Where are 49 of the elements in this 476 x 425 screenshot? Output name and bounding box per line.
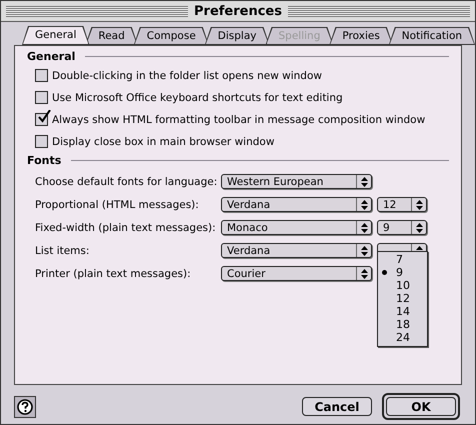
menu-item[interactable]: 14 [378,305,427,318]
title-bar-stripes[interactable] [288,6,470,16]
window-title: Preferences [194,4,282,18]
field-label: Choose default fonts for language: [35,176,218,188]
checkbox[interactable] [35,69,48,82]
checkbox-label: Always show HTML formatting toolbar in message composition window [52,114,426,126]
font-popup[interactable]: Monaco [221,220,372,235]
field-label: Fixed-width (plain text messages): [35,222,217,234]
menu-item[interactable]: 9 [378,266,427,279]
menu-item[interactable]: 12 [378,292,427,305]
tab[interactable]: Compose [134,27,209,45]
section-title: General [27,50,76,63]
field-label: List items: [35,244,90,256]
checkbox-label: Use Microsoft Office keyboard shortcuts for text editing [52,92,343,104]
tab[interactable]: General [22,26,90,45]
ok-button[interactable]: OK [382,393,460,420]
menu-item[interactable]: 24 [378,331,427,344]
checkbox[interactable] [35,113,48,126]
tab[interactable]: Proxies [329,27,393,45]
menu-item[interactable]: 18 [378,318,427,331]
checkbox-label: Display close box in main browser window [52,136,274,148]
stepper-arrows-icon [356,175,371,188]
stepper-arrows-icon [356,267,371,280]
checkbox[interactable] [35,135,48,148]
help-icon [17,398,33,414]
stepper-arrows-icon [356,244,371,257]
tab[interactable]: Read [85,27,138,45]
tab[interactable]: Display [204,27,270,45]
title-bar-stripes[interactable] [6,6,188,16]
section-title: Fonts [27,154,62,167]
font-popup[interactable]: Western European [221,174,372,189]
font-popup[interactable]: Verdana [221,197,372,212]
field-label: Proportional (HTML messages): [35,198,200,210]
tab[interactable]: Notification [388,27,475,45]
menu-item[interactable]: 10 [378,279,427,292]
stepper-arrows-icon [411,198,426,211]
size-popup[interactable]: 12 [377,197,427,212]
font-popup[interactable]: Verdana [221,243,372,258]
menu-item[interactable]: 7 [378,253,427,266]
font-popup[interactable]: Courier [221,266,372,281]
cancel-button[interactable]: Cancel [302,397,372,416]
stepper-arrows-icon [356,221,371,234]
size-popup[interactable]: 9 [377,220,427,235]
checkbox[interactable] [35,91,48,104]
checkbox-label: Double-clicking in the folder list opens new window [52,70,322,82]
stepper-arrows-icon [356,198,371,211]
field-label: Printer (plain text messages): [35,268,192,280]
help-button[interactable] [14,396,36,418]
stepper-arrows-icon [411,221,426,234]
